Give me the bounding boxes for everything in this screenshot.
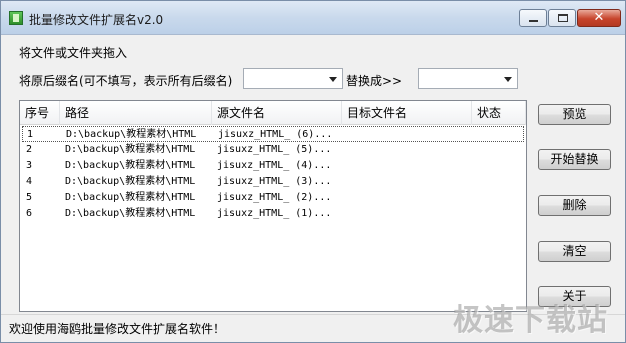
minimize-button[interactable] xyxy=(519,9,547,27)
column-header-index[interactable]: 序号 xyxy=(20,101,60,125)
watermark-logo: 极速下载站 xyxy=(453,303,608,338)
maximize-icon xyxy=(558,14,568,22)
row-path: D:\backup\教程素材\HTML xyxy=(65,160,196,171)
drag-hint-label: 将文件或文件夹拖入 xyxy=(19,46,128,60)
status-text: 欢迎使用海鸥批量修改文件扩展名软件！ xyxy=(9,322,226,336)
chevron-down-icon[interactable] xyxy=(504,77,512,82)
row-index: 4 xyxy=(26,176,33,187)
file-list[interactable]: 序号 路径 源文件名 目标文件名 状态 1 D:\backup\教程素材\HTM… xyxy=(19,100,527,312)
table-row[interactable]: 1 D:\backup\教程素材\HTML jisuxz_HTML_ (6)..… xyxy=(22,126,524,142)
minimize-icon xyxy=(529,20,538,22)
table-row[interactable]: 5 D:\backup\教程素材\HTML jisuxz_HTML_ (2)..… xyxy=(22,190,524,206)
delete-button[interactable]: 删除 xyxy=(538,195,611,216)
row-index: 5 xyxy=(26,192,33,203)
row-path: D:\backup\教程素材\HTML xyxy=(65,208,196,219)
app-icon xyxy=(9,11,23,25)
clear-button[interactable]: 清空 xyxy=(538,241,611,262)
column-header-source-name[interactable]: 源文件名 xyxy=(212,101,342,125)
replace-with-label: 替换成>> xyxy=(346,74,403,88)
main-window: 批量修改文件扩展名v2.0 ✕ 将文件或文件夹拖入 将原后缀名(可不填写，表示所… xyxy=(0,0,626,343)
row-source-name: jisuxz_HTML_ (3)... xyxy=(217,176,332,187)
window-close-button[interactable]: ✕ xyxy=(577,9,621,27)
column-header-path[interactable]: 路径 xyxy=(60,101,212,125)
table-row[interactable]: 4 D:\backup\教程素材\HTML jisuxz_HTML_ (3)..… xyxy=(22,174,524,190)
table-row[interactable]: 3 D:\backup\教程素材\HTML jisuxz_HTML_ (4)..… xyxy=(22,158,524,174)
preview-button[interactable]: 预览 xyxy=(538,104,611,125)
row-path: D:\backup\教程素材\HTML xyxy=(65,176,196,187)
row-path: D:\backup\教程素材\HTML xyxy=(65,144,196,155)
title-bar[interactable]: 批量修改文件扩展名v2.0 ✕ xyxy=(1,1,625,35)
row-source-name: jisuxz_HTML_ (4)... xyxy=(217,160,332,171)
row-index: 3 xyxy=(26,160,33,171)
close-icon: ✕ xyxy=(593,10,605,25)
row-index: 6 xyxy=(26,208,33,219)
column-header-status[interactable]: 状态 xyxy=(472,101,526,125)
column-header-target-name[interactable]: 目标文件名 xyxy=(342,101,472,125)
row-source-name: jisuxz_HTML_ (5)... xyxy=(217,144,332,155)
source-extension-combo[interactable] xyxy=(243,68,343,89)
row-path: D:\backup\教程素材\HTML xyxy=(65,192,196,203)
row-source-name: jisuxz_HTML_ (6)... xyxy=(218,129,333,140)
maximize-button[interactable] xyxy=(548,9,576,27)
window-title: 批量修改文件扩展名v2.0 xyxy=(29,13,164,27)
row-index: 2 xyxy=(26,144,33,155)
row-index: 1 xyxy=(27,129,34,140)
row-path: D:\backup\教程素材\HTML xyxy=(66,129,197,140)
row-source-name: jisuxz_HTML_ (1)... xyxy=(217,208,332,219)
source-extension-label: 将原后缀名(可不填写，表示所有后缀名) xyxy=(19,74,233,88)
row-source-name: jisuxz_HTML_ (2)... xyxy=(217,192,332,203)
start-replace-button[interactable]: 开始替换 xyxy=(538,149,611,170)
file-list-header: 序号 路径 源文件名 目标文件名 状态 xyxy=(20,101,526,125)
chevron-down-icon[interactable] xyxy=(329,77,337,82)
target-extension-combo[interactable] xyxy=(418,68,518,89)
table-row[interactable]: 6 D:\backup\教程素材\HTML jisuxz_HTML_ (1)..… xyxy=(22,206,524,222)
table-row[interactable]: 2 D:\backup\教程素材\HTML jisuxz_HTML_ (5)..… xyxy=(22,142,524,158)
